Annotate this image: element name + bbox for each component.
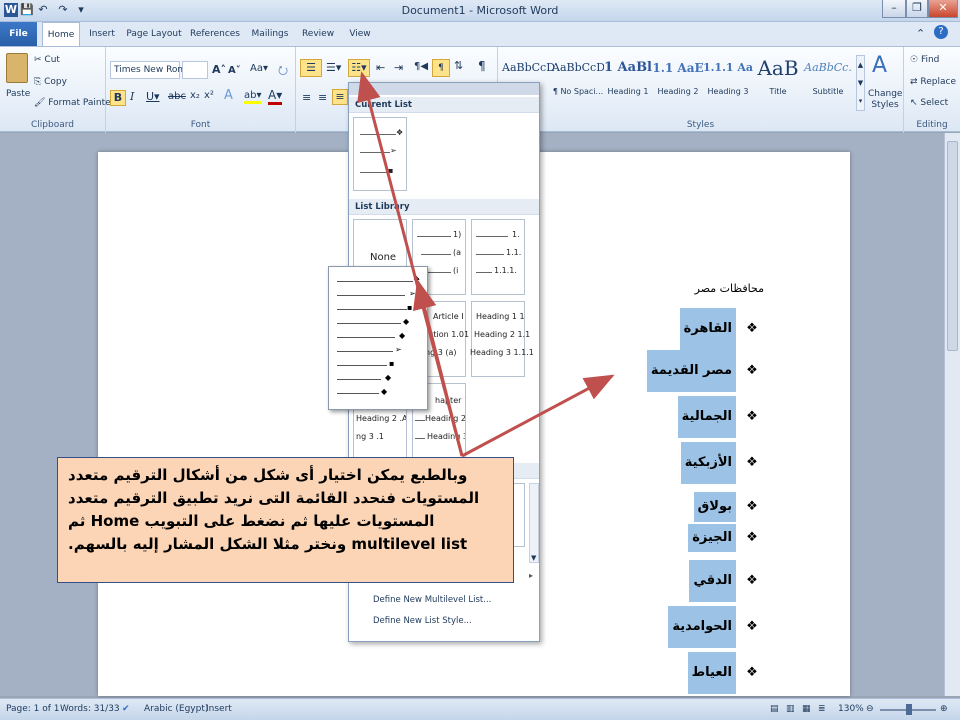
insert-mode[interactable]: Insert xyxy=(206,704,232,714)
arrow-to-list-style xyxy=(412,279,464,457)
page-count[interactable]: Page: 1 of 1 xyxy=(6,704,60,714)
zoom-level[interactable]: 130% xyxy=(838,704,864,714)
instruction-callout: وبالطبع يمكن اختيار أى شكل من أشكال التر… xyxy=(57,457,514,583)
print-layout-icon[interactable]: ▤ xyxy=(770,704,779,714)
full-screen-icon[interactable]: ▥ xyxy=(786,704,795,714)
word-count[interactable]: Words: 31/33 xyxy=(60,704,120,714)
zoom-in-icon[interactable]: ⊕ xyxy=(940,704,948,714)
language-indicator[interactable]: Arabic (Egypt) xyxy=(144,704,208,714)
zoom-slider-thumb[interactable] xyxy=(906,704,912,715)
annotation-arrows xyxy=(357,71,615,458)
status-bar: Page: 1 of 1 Words: 31/33 ✔ Arabic (Egyp… xyxy=(0,698,960,720)
zoom-out-icon[interactable]: ⊖ xyxy=(866,704,874,714)
web-layout-icon[interactable]: ▦ xyxy=(802,704,811,714)
proofing-icon[interactable]: ✔ xyxy=(122,704,130,714)
outline-icon[interactable]: ≣ xyxy=(818,704,826,714)
arrow-to-document-list xyxy=(461,374,615,458)
